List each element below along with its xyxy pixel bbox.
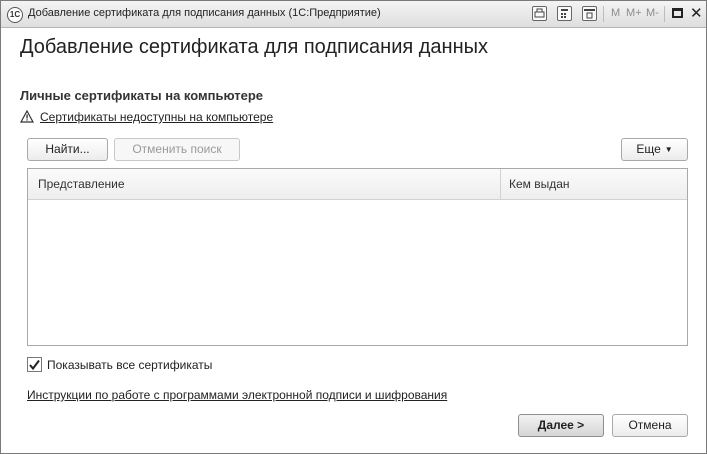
title-bar[interactable]: 1С Добавление сертификата для подписания… — [1, 1, 706, 28]
show-all-certificates-checkbox[interactable] — [27, 357, 42, 372]
column-header-representation[interactable]: Представление — [38, 177, 125, 191]
close-icon[interactable]: ✕ — [690, 4, 703, 22]
more-button[interactable]: Еще ▼ — [621, 138, 688, 161]
dialog-window: 1С Добавление сертификата для подписания… — [0, 0, 707, 454]
chevron-down-icon: ▼ — [664, 145, 673, 154]
certificates-unavailable-link[interactable]: Сертификаты недоступны на компьютере — [40, 110, 273, 124]
find-button[interactable]: Найти... — [27, 138, 108, 161]
print-icon-glyph — [534, 8, 545, 18]
window-title: Добавление сертификата для подписания да… — [28, 7, 381, 19]
warning-icon — [20, 110, 34, 123]
memory-plus-button[interactable]: M+ — [626, 7, 642, 19]
column-separator — [500, 169, 501, 199]
calendar-icon-glyph — [584, 9, 595, 19]
app-logo-icon: 1С — [7, 7, 23, 23]
checkmark-icon — [29, 359, 40, 371]
certificates-table[interactable]: Представление Кем выдан — [27, 168, 688, 346]
memory-button[interactable]: M — [611, 7, 620, 19]
more-button-label: Еще — [636, 142, 661, 156]
section-title: Личные сертификаты на компьютере — [20, 88, 264, 103]
print-icon[interactable] — [532, 6, 547, 21]
toolbar-separator — [664, 6, 665, 22]
next-button[interactable]: Далее > — [518, 414, 604, 437]
page-title: Добавление сертификата для подписания да… — [20, 36, 489, 58]
maximize-icon[interactable] — [672, 8, 683, 18]
calculator-icon-glyph — [561, 9, 568, 18]
table-header: Представление Кем выдан — [28, 169, 687, 200]
show-all-certificates-label[interactable]: Показывать все сертификаты — [47, 358, 212, 372]
cancel-search-button[interactable]: Отменить поиск — [114, 138, 240, 161]
instructions-link[interactable]: Инструкции по работе с программами элект… — [27, 388, 447, 402]
calendar-icon[interactable] — [582, 6, 597, 21]
calculator-icon[interactable] — [557, 6, 572, 21]
toolbar-separator — [603, 6, 604, 22]
column-header-issued-by[interactable]: Кем выдан — [509, 177, 570, 191]
memory-minus-button[interactable]: M- — [646, 7, 659, 19]
cancel-button[interactable]: Отмена — [612, 414, 688, 437]
